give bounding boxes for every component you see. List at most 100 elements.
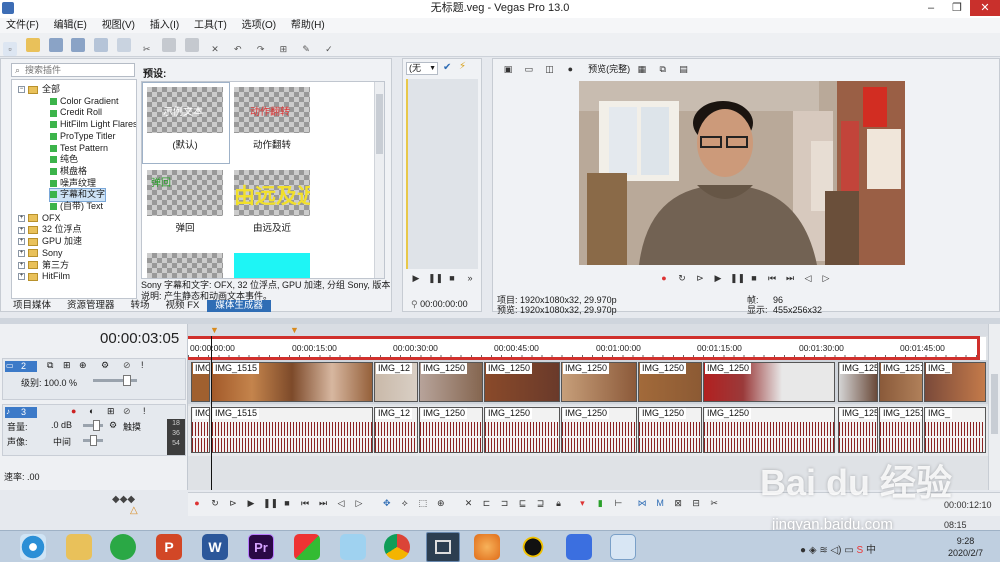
enable-snapping-icon[interactable]: ⊞ xyxy=(276,42,290,56)
tree-folder-thirdparty[interactable]: + 第三方 xyxy=(18,260,69,272)
automation-icon[interactable]: ⚙ xyxy=(109,420,117,431)
close-button[interactable]: ✕ xyxy=(970,0,1000,16)
audio-clip[interactable]: IMG_1251 xyxy=(879,407,923,453)
sogou-icon[interactable]: S xyxy=(857,545,864,556)
track-fx-icon[interactable]: ⊞ xyxy=(63,360,71,371)
timeline-vertical-scrollbar[interactable] xyxy=(988,324,1000,490)
audio-clip[interactable]: IMG_12 xyxy=(374,407,418,453)
video-clip[interactable]: IMG_1251 xyxy=(879,362,923,402)
wifi-icon[interactable]: ≋ xyxy=(819,545,827,556)
file-explorer-icon[interactable] xyxy=(66,534,92,560)
stop-icon[interactable]: ■ xyxy=(446,273,458,283)
expand-icon[interactable]: + xyxy=(18,214,25,222)
loop-icon[interactable]: ↻ xyxy=(209,498,221,508)
redo-icon[interactable]: ↷ xyxy=(254,42,268,56)
envelope-tool-icon[interactable]: ⟡ xyxy=(399,498,411,508)
auto-crossfade-icon[interactable]: ⋈ xyxy=(636,498,648,508)
solo-icon[interactable]: ! xyxy=(143,406,146,416)
preset-motion-flip[interactable]: 动作翻转 动作翻转 xyxy=(230,83,316,163)
preset-thumbnail[interactable] xyxy=(234,253,310,278)
scrollbar-thumb[interactable] xyxy=(376,94,383,154)
audio-clip[interactable]: IMG_1515 xyxy=(211,407,373,453)
audio-clip[interactable]: IMG_ xyxy=(924,407,986,453)
event-pan-crop-icon[interactable]: ✂ xyxy=(708,498,720,508)
preset-far-to-near[interactable]: 由远及近 由远及近 xyxy=(230,166,316,246)
playhead-cursor[interactable] xyxy=(211,336,212,490)
chrome-icon[interactable] xyxy=(384,534,410,560)
marker-bar[interactable]: ▼ ▼ xyxy=(188,324,988,336)
menu-tools[interactable]: 工具(T) xyxy=(188,18,233,33)
render-icon[interactable] xyxy=(94,38,109,52)
touch-mode[interactable]: 触摸 xyxy=(123,420,141,433)
expand-icon[interactable]: + xyxy=(18,249,25,257)
loop-icon[interactable]: ↻ xyxy=(676,273,688,283)
audio-clip[interactable]: IMG_1250 xyxy=(703,407,835,453)
tree-folder-hitfilm[interactable]: + HitFilm xyxy=(18,271,70,283)
arm-record-icon[interactable]: ● xyxy=(71,406,76,416)
go-to-end-icon[interactable]: ⏭ xyxy=(317,498,329,508)
copy-icon[interactable] xyxy=(162,38,177,52)
vegas-taskbar-icon[interactable] xyxy=(426,532,460,562)
delete-icon[interactable]: ✕ xyxy=(463,498,475,508)
pause-icon[interactable]: ❚❚ xyxy=(428,273,443,283)
tree-folder-all[interactable]: − 全部 xyxy=(18,84,60,96)
overlays-icon[interactable]: ▦ xyxy=(636,64,648,74)
tab-video-fx[interactable]: 视频 FX xyxy=(158,300,208,312)
copy-snapshot-icon[interactable]: ⧉ xyxy=(657,64,669,74)
tree-item[interactable]: Test Pattern xyxy=(50,143,108,155)
video-clip[interactable]: IMG_1250 xyxy=(638,362,702,402)
loop-marker-icon[interactable]: ▼ xyxy=(290,325,299,335)
previous-frame-icon[interactable]: ◁ xyxy=(335,498,347,508)
new-icon[interactable]: ▫ xyxy=(3,42,17,56)
tree-item[interactable]: Credit Roll xyxy=(50,107,102,119)
marker-icon[interactable]: ▾ xyxy=(576,498,588,508)
level-slider[interactable] xyxy=(93,375,137,386)
shield-icon[interactable]: ◈ xyxy=(809,545,817,556)
expand-icon[interactable]: + xyxy=(18,226,25,234)
minimize-button[interactable]: – xyxy=(918,0,944,16)
audio-clip[interactable]: IMG_1250 xyxy=(484,407,560,453)
wechat-icon[interactable] xyxy=(110,534,136,560)
menu-insert[interactable]: 插入(I) xyxy=(144,18,185,33)
selection-tool-icon[interactable]: ⬚ xyxy=(417,498,429,508)
plugin-search-input[interactable] xyxy=(25,64,133,76)
trimmer-dropdown[interactable]: (无 ▼ xyxy=(406,62,438,75)
slider-thumb[interactable] xyxy=(90,435,97,446)
video-clip[interactable]: IMG_12 xyxy=(374,362,418,402)
zoom-tool-icon[interactable]: ⊕ xyxy=(435,498,447,508)
snap-icon[interactable]: ⊢ xyxy=(612,498,624,508)
expand-icon[interactable]: + xyxy=(18,238,25,246)
maximize-button[interactable]: ❐ xyxy=(944,0,970,16)
wand-icon[interactable]: ⚡ xyxy=(459,61,466,72)
preset-scrollbar[interactable] xyxy=(374,82,384,278)
what-is-this-icon[interactable]: ✓ xyxy=(322,42,336,56)
save-icon[interactable] xyxy=(48,38,63,52)
go-to-end-icon[interactable]: ⏭ xyxy=(784,273,796,283)
region-icon[interactable]: ▮ xyxy=(594,498,606,508)
slider-thumb[interactable] xyxy=(123,375,131,386)
audio-clip[interactable]: IMG_1250 xyxy=(419,407,483,453)
word-icon[interactable]: W xyxy=(202,534,228,560)
track-settings-icon[interactable]: ⚙ xyxy=(101,360,109,371)
next-frame-icon[interactable]: ▷ xyxy=(353,498,365,508)
tree-item-selected[interactable]: 字幕和文字 xyxy=(48,188,107,202)
mute-icon[interactable]: ⊘ xyxy=(123,406,131,417)
stop-icon[interactable]: ■ xyxy=(748,273,760,283)
browser-360-icon[interactable] xyxy=(20,534,46,560)
trim-icon[interactable]: ⊏ xyxy=(481,498,493,508)
fx-icon[interactable]: ◫ xyxy=(544,64,556,74)
scrollbar-thumb[interactable] xyxy=(991,374,998,434)
trim-end-icon[interactable]: ⊑ xyxy=(517,498,529,508)
menu-options[interactable]: 选项(O) xyxy=(236,18,282,33)
tree-item[interactable]: 棋盘格 xyxy=(50,166,87,178)
network-icon[interactable]: ▭ xyxy=(844,545,853,556)
loop-marker-icon[interactable]: ▼ xyxy=(210,325,219,335)
auto-ripple-icon[interactable]: ✎ xyxy=(299,42,313,56)
open-icon[interactable] xyxy=(25,38,40,52)
feishu-icon[interactable] xyxy=(566,534,592,560)
volume-slider[interactable] xyxy=(83,420,103,431)
trim-tool-icon[interactable]: ✔ xyxy=(443,62,451,73)
stop-icon[interactable]: ■ xyxy=(281,498,293,508)
tab-media-generators[interactable]: 媒体生成器 xyxy=(207,300,271,312)
video-clip[interactable]: IMG_1250 xyxy=(561,362,637,402)
